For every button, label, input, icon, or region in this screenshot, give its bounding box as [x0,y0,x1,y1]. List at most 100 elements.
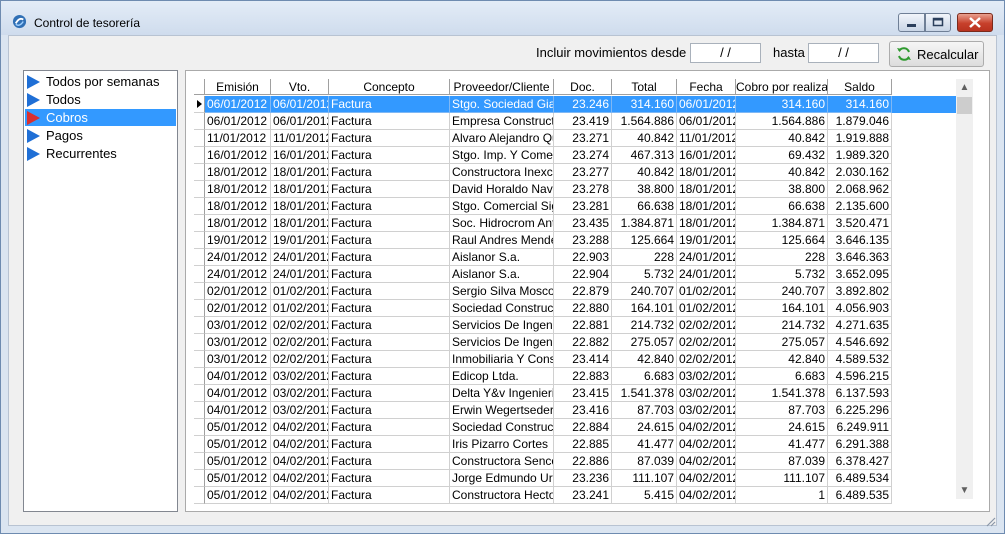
cell-proveedor-cliente[interactable]: Sociedad Constructo [450,300,554,317]
cell-emision[interactable]: 03/01/2012 [205,317,271,334]
cell-cobro-por-realizar[interactable]: 240.707 [736,283,828,300]
resize-grip-icon[interactable] [984,515,996,527]
row-indicator[interactable] [194,249,205,266]
cell-concepto[interactable]: Factura [329,487,450,504]
cell-concepto[interactable]: Factura [329,130,450,147]
cell-fecha[interactable]: 03/02/2012 [677,385,736,402]
cell-saldo[interactable]: 3.646.363 [828,249,892,266]
table-row[interactable]: 06/01/2012 06/01/2012 Factura Empresa Const… [194,113,956,130]
cell-proveedor-cliente[interactable]: Jorge Edmundo Urru [450,470,554,487]
column-header-concepto[interactable]: Concepto [329,79,450,95]
cell-vto[interactable]: 01/02/2012 [271,300,329,317]
row-indicator[interactable] [194,419,205,436]
cell-proveedor-cliente[interactable]: Edicop Ltda. [450,368,554,385]
cell-vto[interactable]: 03/02/2012 [271,385,329,402]
cell-doc[interactable]: 22.880 [554,300,612,317]
cell-cobro-por-realizar[interactable]: 1.541.378 [736,385,828,402]
cell-concepto[interactable]: Factura [329,385,450,402]
cell-vto[interactable]: 06/01/2012 [271,96,329,113]
cell-proveedor-cliente[interactable]: Raul Andres Mendez [450,232,554,249]
cell-cobro-por-realizar[interactable]: 24.615 [736,419,828,436]
cell-doc[interactable]: 22.883 [554,368,612,385]
cell-total[interactable]: 38.800 [612,181,677,198]
cell-vto[interactable]: 18/01/2012 [271,198,329,215]
cell-emision[interactable]: 05/01/2012 [205,436,271,453]
cell-total[interactable]: 40.842 [612,130,677,147]
table-row[interactable]: 05/01/2012 04/02/2012 Factura Sociedad Cons… [194,419,956,436]
row-indicator[interactable] [194,113,205,130]
row-indicator[interactable] [194,334,205,351]
table-row[interactable]: 02/01/2012 01/02/2012 Factura Sergio Silva … [194,283,956,300]
cell-emision[interactable]: 02/01/2012 [205,283,271,300]
cell-total[interactable]: 6.683 [612,368,677,385]
cell-saldo[interactable]: 6.137.593 [828,385,892,402]
cell-doc[interactable]: 22.886 [554,453,612,470]
cell-total[interactable]: 87.039 [612,453,677,470]
row-indicator[interactable] [194,368,205,385]
cell-proveedor-cliente[interactable]: Constructora Senco [450,453,554,470]
cell-vto[interactable]: 04/02/2012 [271,487,329,504]
cell-vto[interactable]: 16/01/2012 [271,147,329,164]
sidebar-item-recurrentes[interactable]: Recurrentes [25,145,176,162]
cell-vto[interactable]: 11/01/2012 [271,130,329,147]
cell-saldo[interactable]: 6.291.388 [828,436,892,453]
cell-concepto[interactable]: Factura [329,249,450,266]
cell-emision[interactable]: 04/01/2012 [205,368,271,385]
cell-fecha[interactable]: 18/01/2012 [677,181,736,198]
cell-doc[interactable]: 23.288 [554,232,612,249]
cell-vto[interactable]: 04/02/2012 [271,419,329,436]
cell-concepto[interactable]: Factura [329,368,450,385]
table-row[interactable]: 04/01/2012 03/02/2012 Factura Edicop Ltda. 2… [194,368,956,385]
sidebar-item-pagos[interactable]: Pagos [25,127,176,144]
cell-proveedor-cliente[interactable]: Sergio Silva Moscos [450,283,554,300]
cell-fecha[interactable]: 18/01/2012 [677,198,736,215]
cell-emision[interactable]: 06/01/2012 [205,96,271,113]
cell-doc[interactable]: 23.274 [554,147,612,164]
cell-total[interactable]: 111.107 [612,470,677,487]
row-indicator[interactable] [194,283,205,300]
cell-emision[interactable]: 11/01/2012 [205,130,271,147]
table-row[interactable]: 19/01/2012 19/01/2012 Factura Raul Andres M… [194,232,956,249]
cell-saldo[interactable]: 1.879.046 [828,113,892,130]
cell-concepto[interactable]: Factura [329,147,450,164]
desde-date-input[interactable]: / / [690,43,761,63]
cell-vto[interactable]: 02/02/2012 [271,317,329,334]
table-row[interactable]: 24/01/2012 24/01/2012 Factura Aislanor S.a.… [194,249,956,266]
cell-concepto[interactable]: Factura [329,470,450,487]
cell-doc[interactable]: 23.281 [554,198,612,215]
cell-proveedor-cliente[interactable]: Soc. Hidrocrom Anto [450,215,554,232]
table-row[interactable]: 05/01/2012 04/02/2012 Factura Jorge Edmundo… [194,470,956,487]
cell-vto[interactable]: 01/02/2012 [271,283,329,300]
cell-vto[interactable]: 18/01/2012 [271,164,329,181]
maximize-button[interactable] [925,13,951,32]
scroll-down-button[interactable]: ▼ [956,482,973,499]
cell-fecha[interactable]: 16/01/2012 [677,147,736,164]
cell-proveedor-cliente[interactable]: Stgo. Imp. Y Comerc [450,147,554,164]
cell-saldo[interactable]: 3.520.471 [828,215,892,232]
scroll-up-button[interactable]: ▲ [956,79,973,96]
table-row[interactable]: 18/01/2012 18/01/2012 Factura Constructora … [194,164,956,181]
cell-doc[interactable]: 23.415 [554,385,612,402]
cell-total[interactable]: 467.313 [612,147,677,164]
cell-fecha[interactable]: 19/01/2012 [677,232,736,249]
column-header-cobro-por-realizar[interactable]: Cobro por realizar [736,79,828,95]
cell-concepto[interactable]: Factura [329,181,450,198]
table-row[interactable]: 04/01/2012 03/02/2012 Factura Delta Y&v Ing… [194,385,956,402]
row-indicator[interactable] [194,300,205,317]
cell-total[interactable]: 66.638 [612,198,677,215]
cell-total[interactable]: 5.415 [612,487,677,504]
cell-vto[interactable]: 03/02/2012 [271,368,329,385]
table-row[interactable]: 18/01/2012 18/01/2012 Factura Soc. Hidrocro… [194,215,956,232]
cell-cobro-por-realizar[interactable]: 66.638 [736,198,828,215]
cell-cobro-por-realizar[interactable]: 41.477 [736,436,828,453]
cell-vto[interactable]: 19/01/2012 [271,232,329,249]
cell-emision[interactable]: 05/01/2012 [205,419,271,436]
cell-vto[interactable]: 06/01/2012 [271,113,329,130]
cell-cobro-por-realizar[interactable]: 314.160 [736,96,828,113]
cell-fecha[interactable]: 18/01/2012 [677,215,736,232]
cell-proveedor-cliente[interactable]: Alvaro Alejandro Qu [450,130,554,147]
table-row[interactable]: 06/01/2012 06/01/2012 Factura Stgo. Socieda… [194,96,956,113]
cell-emision[interactable]: 24/01/2012 [205,249,271,266]
cell-concepto[interactable]: Factura [329,402,450,419]
cell-cobro-por-realizar[interactable]: 87.039 [736,453,828,470]
